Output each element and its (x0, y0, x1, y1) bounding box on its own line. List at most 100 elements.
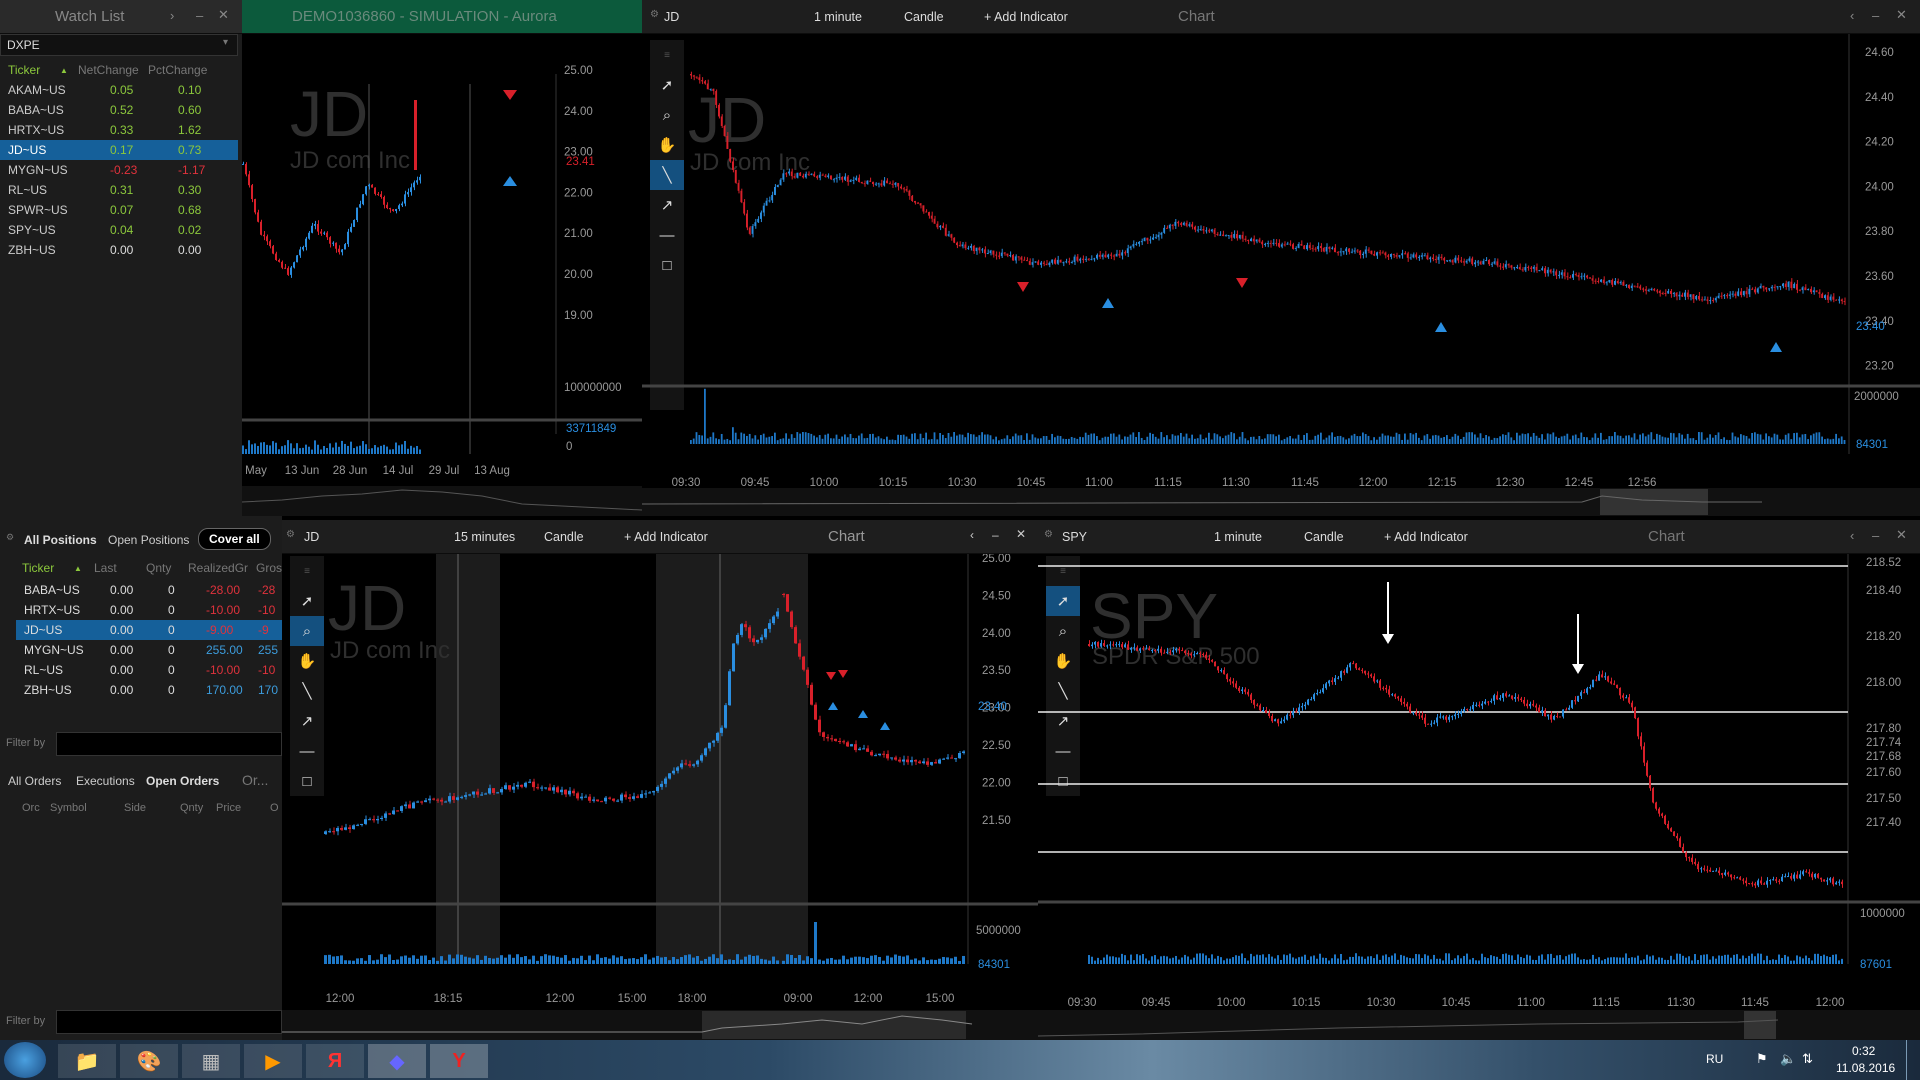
candle-body (1395, 255, 1398, 257)
minimize-icon[interactable]: – (196, 8, 203, 23)
tab-open-positions[interactable]: Open Positions (108, 533, 189, 547)
watchlist-row[interactable]: SPWR~US 0.07 0.68 (0, 200, 238, 220)
watchlist-row[interactable]: MYGN~US -0.23 -1.17 (0, 160, 238, 180)
col-last[interactable]: Last (94, 561, 117, 575)
tray-volume-icon[interactable]: 🔈 (1780, 1051, 1796, 1067)
tab-more-orders[interactable]: Or... (242, 772, 268, 788)
col-pctchange[interactable]: PctChange (148, 63, 207, 77)
row-last: 0.00 (110, 683, 134, 697)
tab-all-orders[interactable]: All Orders (8, 774, 61, 788)
watchlist-row[interactable]: BABA~US 0.52 0.60 (0, 100, 238, 120)
c3-navigator-window[interactable] (1744, 1011, 1776, 1039)
tab-all-positions[interactable]: All Positions (24, 533, 97, 547)
tab-open-orders[interactable]: Open Orders (146, 774, 219, 788)
col-other[interactable]: O (270, 802, 279, 814)
c2-chart[interactable]: JD JD com Inc 25.0024.5024.0023.5023.002… (282, 554, 1038, 1040)
c1-back-icon[interactable]: ‹ (1850, 8, 1854, 23)
col-price[interactable]: Price (216, 802, 241, 814)
positions-row[interactable]: HRTX~US 0.00 0 -10.00 -10 (16, 600, 282, 620)
close-icon[interactable]: ✕ (218, 7, 229, 23)
c3-interval[interactable]: 1 minute (1214, 530, 1262, 544)
candle-body (460, 796, 463, 798)
watchlist-row[interactable]: ZBH~US 0.00 0.00 (0, 240, 238, 260)
c1-type[interactable]: Candle (904, 10, 944, 24)
col-ticker[interactable]: Ticker (22, 561, 54, 575)
clock-date[interactable]: 11.08.2016 (1836, 1061, 1895, 1075)
start-button[interactable] (4, 1042, 46, 1078)
yandex-browser-icon[interactable]: Y (430, 1044, 488, 1078)
c1-settings-icon[interactable]: ⚙ (650, 9, 659, 20)
positions-row[interactable]: BABA~US 0.00 0 -28.00 -28 (16, 580, 282, 600)
col-symbol[interactable]: Symbol (50, 802, 87, 814)
c1-interval[interactable]: 1 minute (814, 10, 862, 24)
c1-symbol[interactable]: JD (664, 10, 679, 24)
watchlist-selector[interactable]: DXPE ▾ (0, 34, 238, 56)
tab-executions[interactable]: Executions (76, 774, 135, 788)
c3-chart[interactable]: SPY SPDR S&P 500 218.52218.40218.20218.0… (1038, 554, 1920, 1040)
positions-row[interactable]: JD~US 0.00 0 -9.00 -9 (16, 620, 282, 640)
volume-bar (1634, 957, 1636, 964)
c2-navigator-window[interactable] (702, 1011, 966, 1039)
watchlist-row[interactable]: RL~US 0.31 0.30 (0, 180, 238, 200)
tray-flag-icon[interactable]: ⚑ (1756, 1051, 1768, 1067)
col-ticker[interactable]: Ticker (8, 63, 40, 77)
col-qnty[interactable]: Qnty (180, 802, 203, 814)
watchlist-row[interactable]: HRTX~US 0.33 1.62 (0, 120, 238, 140)
c2-settings-icon[interactable]: ⚙ (286, 529, 295, 540)
c2-interval[interactable]: 15 minutes (454, 530, 515, 544)
trading-app-icon[interactable]: ◆ (368, 1044, 426, 1078)
col-realized[interactable]: RealizedGr (188, 561, 248, 575)
candle-body (374, 187, 376, 194)
volume-bar (1244, 438, 1247, 444)
col-netchange[interactable]: NetChange (78, 63, 139, 77)
watchlist-row[interactable]: SPY~US 0.04 0.02 (0, 220, 238, 240)
positions-row[interactable]: MYGN~US 0.00 0 255.00 255 (16, 640, 282, 660)
candle-body (1340, 671, 1342, 678)
chevron-right-icon[interactable]: › (170, 8, 174, 23)
c2-minimize-icon[interactable]: – (992, 528, 999, 542)
positions-row[interactable]: RL~US 0.00 0 -10.00 -10 (16, 660, 282, 680)
c2-symbol[interactable]: JD (304, 530, 319, 544)
chevron-down-icon[interactable]: ▾ (223, 37, 228, 48)
volume-bar (1653, 439, 1655, 444)
c3-settings-icon[interactable]: ⚙ (1044, 529, 1053, 540)
volume-bar (1442, 960, 1444, 964)
cover-all-button[interactable]: Cover all (198, 528, 271, 550)
c2-close-icon[interactable]: ✕ (1016, 527, 1026, 541)
c3-close-icon[interactable]: ✕ (1896, 527, 1907, 543)
explorer-icon[interactable]: 📁 (58, 1044, 116, 1078)
volume-bar (1594, 433, 1597, 444)
positions-filter-input[interactable] (56, 732, 282, 756)
tray-network-icon[interactable]: ⇅ (1802, 1051, 1813, 1067)
watchlist-row[interactable]: JD~US 0.17 0.73 (0, 140, 238, 160)
c1-add-indicator[interactable]: + Add Indicator (984, 10, 1068, 24)
c3-type[interactable]: Candle (1304, 530, 1344, 544)
show-desktop-button[interactable] (1906, 1040, 1920, 1080)
positions-row[interactable]: ZBH~US 0.00 0 170.00 170 (16, 680, 282, 700)
c2-back-icon[interactable]: ‹ (970, 528, 974, 542)
candle-body (1566, 276, 1569, 278)
c3-minimize-icon[interactable]: – (1872, 528, 1879, 543)
mini-chart[interactable]: JD JD com Inc 25.0024.0023.0022.0021.002… (242, 34, 642, 516)
c2-add-indicator[interactable]: + Add Indicator (624, 530, 708, 544)
orders-filter-input[interactable] (56, 1010, 282, 1034)
volume-bar (1810, 435, 1812, 444)
language-indicator[interactable]: RU (1706, 1052, 1723, 1066)
c1-minimize-icon[interactable]: – (1872, 8, 1879, 23)
col-order[interactable]: Orc (22, 802, 40, 814)
col-side[interactable]: Side (124, 802, 146, 814)
c1-close-icon[interactable]: ✕ (1896, 7, 1907, 23)
calculator-icon[interactable]: ▦ (182, 1044, 240, 1078)
c2-type[interactable]: Candle (544, 530, 584, 544)
c3-back-icon[interactable]: ‹ (1850, 528, 1854, 543)
paint-icon[interactable]: 🎨 (120, 1044, 178, 1078)
col-qnty[interactable]: Qnty (146, 561, 171, 575)
c1-chart[interactable]: JD JD com Inc 24.6024.4024.2024.0023.802… (642, 34, 1920, 516)
media-player-icon[interactable]: ▶ (244, 1044, 302, 1078)
watchlist-row[interactable]: AKAM~US 0.05 0.10 (0, 80, 238, 100)
c3-symbol[interactable]: SPY (1062, 530, 1087, 544)
clock-time[interactable]: 0:32 (1852, 1044, 1875, 1058)
col-gross[interactable]: Gros (256, 561, 282, 575)
c3-add-indicator[interactable]: + Add Indicator (1384, 530, 1468, 544)
yandex-icon[interactable]: Я (306, 1044, 364, 1078)
